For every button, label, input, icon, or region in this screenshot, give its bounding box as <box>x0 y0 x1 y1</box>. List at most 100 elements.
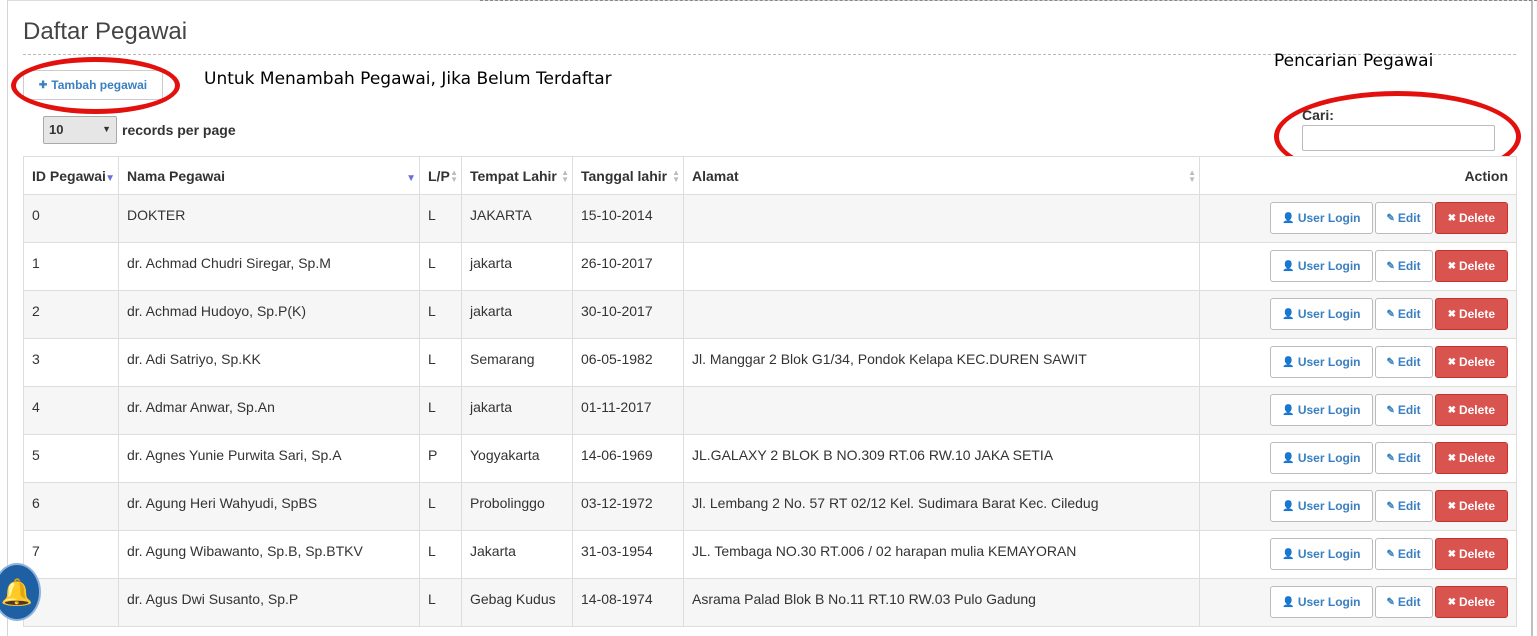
user-login-label: User Login <box>1297 307 1361 321</box>
edit-button[interactable]: ✎ Edit <box>1374 202 1433 234</box>
column-header-label: Tanggal lahir <box>581 168 668 184</box>
edit-button[interactable]: ✎ Edit <box>1374 394 1433 426</box>
column-header-gender[interactable]: L/P ▲ ▼ <box>419 156 462 195</box>
records-per-page-select[interactable]: 10 ▼ <box>43 116 117 144</box>
cell-name: dr. Agung Wibawanto, Sp.B, Sp.BTKV <box>118 530 420 579</box>
column-header-name[interactable]: Nama Pegawai ▼ <box>118 156 420 195</box>
cell-actions: 👤 User Login ✎ Edit ✖ Delete <box>1199 290 1517 339</box>
sort-icon: ▲ ▼ <box>672 168 680 184</box>
cell-birthplace: jakarta <box>461 290 573 339</box>
cell-birthdate: 31-03-1954 <box>572 530 684 579</box>
edit-label: Edit <box>1397 259 1421 273</box>
edit-button[interactable]: ✎ Edit <box>1374 586 1433 618</box>
cell-birthplace: Gebag Kudus <box>461 578 573 627</box>
user-login-button[interactable]: 👤 User Login <box>1270 490 1373 522</box>
search-input[interactable] <box>1302 125 1495 151</box>
table-row: 7 dr. Agung Wibawanto, Sp.B, Sp.BTKV L Jaka… <box>23 530 1517 579</box>
edit-label: Edit <box>1397 499 1421 513</box>
edit-button[interactable]: ✎ Edit <box>1374 298 1433 330</box>
cell-name: dr. Adi Satriyo, Sp.KK <box>118 338 420 387</box>
pencil-icon: ✎ <box>1386 404 1395 416</box>
pencil-icon: ✎ <box>1386 308 1395 320</box>
column-header-birthplace[interactable]: Tempat Lahir ▲ ▼ <box>461 156 573 195</box>
delete-label: Delete <box>1458 403 1495 417</box>
cell-address <box>683 386 1200 435</box>
records-per-page-value: 10 <box>49 122 64 137</box>
user-login-label: User Login <box>1297 211 1361 225</box>
close-icon: ✖ <box>1447 500 1456 512</box>
edit-button[interactable]: ✎ Edit <box>1374 250 1433 282</box>
user-icon: 👤 <box>1282 452 1295 464</box>
table-header-row: ID Pegawai ▼ Nama Pegawai ▼ L/P ▲ ▼ Tempat L… <box>23 156 1517 195</box>
edit-label: Edit <box>1397 403 1421 417</box>
user-icon: 👤 <box>1282 260 1295 272</box>
cell-name: dr. Achmad Hudoyo, Sp.P(K) <box>118 290 420 339</box>
column-header-id[interactable]: ID Pegawai ▼ <box>23 156 119 195</box>
edit-button[interactable]: ✎ Edit <box>1374 442 1433 474</box>
edit-button[interactable]: ✎ Edit <box>1374 538 1433 570</box>
cell-address <box>683 242 1200 291</box>
cell-name: dr. Agus Dwi Susanto, Sp.P <box>118 578 420 627</box>
delete-button[interactable]: ✖ Delete <box>1434 586 1508 618</box>
cell-birthplace: Semarang <box>461 338 573 387</box>
cell-id: 6 <box>23 482 119 531</box>
edit-button[interactable]: ✎ Edit <box>1374 346 1433 378</box>
cell-gender: L <box>419 386 462 435</box>
user-icon: 👤 <box>1282 212 1295 224</box>
column-header-label: Tempat Lahir <box>470 168 557 184</box>
cell-address: JL.GALAXY 2 BLOK B NO.309 RT.06 RW.10 JA… <box>683 434 1200 483</box>
chevron-down-icon: ▼ <box>102 124 111 134</box>
delete-button[interactable]: ✖ Delete <box>1434 442 1508 474</box>
delete-button[interactable]: ✖ Delete <box>1434 538 1508 570</box>
cell-gender: L <box>419 338 462 387</box>
user-login-button[interactable]: 👤 User Login <box>1270 202 1373 234</box>
close-icon: ✖ <box>1447 548 1456 560</box>
user-login-button[interactable]: 👤 User Login <box>1270 394 1373 426</box>
user-login-button[interactable]: 👤 User Login <box>1270 298 1373 330</box>
column-header-address[interactable]: Alamat ▲ ▼ <box>683 156 1200 195</box>
delete-button[interactable]: ✖ Delete <box>1434 394 1508 426</box>
cell-actions: 👤 User Login ✎ Edit ✖ Delete <box>1199 338 1517 387</box>
user-icon: 👤 <box>1282 308 1295 320</box>
sort-icon: ▲ ▼ <box>1188 168 1196 184</box>
cell-gender: L <box>419 194 462 243</box>
delete-button[interactable]: ✖ Delete <box>1434 346 1508 378</box>
delete-button[interactable]: ✖ Delete <box>1434 250 1508 282</box>
search-annotation: Pencarian Pegawai <box>1274 51 1434 71</box>
edit-label: Edit <box>1397 547 1421 561</box>
user-login-button[interactable]: 👤 User Login <box>1270 586 1373 618</box>
user-login-label: User Login <box>1297 595 1361 609</box>
user-login-button[interactable]: 👤 User Login <box>1270 538 1373 570</box>
column-header-action: Action <box>1199 156 1517 195</box>
sort-icon: ▲ ▼ <box>561 168 569 184</box>
cell-actions: 👤 User Login ✎ Edit ✖ Delete <box>1199 578 1517 627</box>
cell-name: dr. Admar Anwar, Sp.An <box>118 386 420 435</box>
edit-button[interactable]: ✎ Edit <box>1374 490 1433 522</box>
user-login-button[interactable]: 👤 User Login <box>1270 250 1373 282</box>
column-header-birthdate[interactable]: Tanggal lahir ▲ ▼ <box>572 156 684 195</box>
delete-button[interactable]: ✖ Delete <box>1434 202 1508 234</box>
delete-label: Delete <box>1458 259 1495 273</box>
pencil-icon: ✎ <box>1386 212 1395 224</box>
table-row: 0 DOKTER L JAKARTA 15-10-2014 👤 User Login ✎ Edi… <box>23 194 1517 243</box>
user-login-label: User Login <box>1297 355 1361 369</box>
page-title: Daftar Pegawai <box>23 18 188 45</box>
cell-gender: L <box>419 242 462 291</box>
cell-birthdate: 14-08-1974 <box>572 578 684 627</box>
table-row: 5 dr. Agnes Yunie Purwita Sari, Sp.A P Yogy… <box>23 434 1517 483</box>
delete-button[interactable]: ✖ Delete <box>1434 298 1508 330</box>
cell-birthdate: 06-05-1982 <box>572 338 684 387</box>
cell-birthplace: jakarta <box>461 386 573 435</box>
close-icon: ✖ <box>1447 212 1456 224</box>
user-login-button[interactable]: 👤 User Login <box>1270 346 1373 378</box>
close-icon: ✖ <box>1447 356 1456 368</box>
user-login-button[interactable]: 👤 User Login <box>1270 442 1373 474</box>
pencil-icon: ✎ <box>1386 548 1395 560</box>
cell-id: 0 <box>23 194 119 243</box>
user-login-label: User Login <box>1297 451 1361 465</box>
delete-button[interactable]: ✖ Delete <box>1434 490 1508 522</box>
user-login-label: User Login <box>1297 259 1361 273</box>
delete-label: Delete <box>1458 355 1495 369</box>
delete-label: Delete <box>1458 547 1495 561</box>
table-row: 6 dr. Agung Heri Wahyudi, SpBS L Probolingg… <box>23 482 1517 531</box>
